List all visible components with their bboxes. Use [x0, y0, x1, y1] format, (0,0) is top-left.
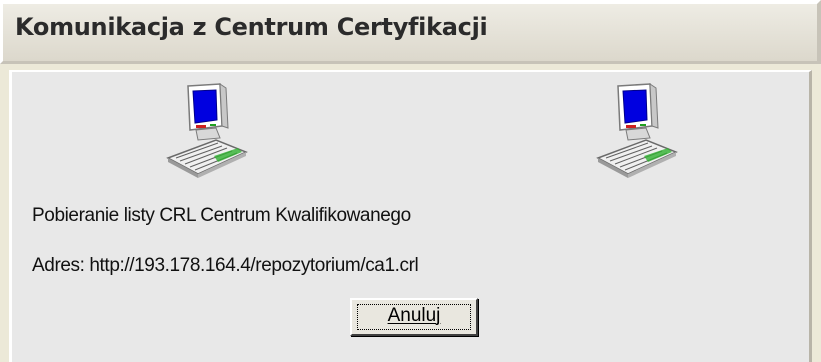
certification-center-dialog: Komunikacja z Centrum Certyfikacji Pobie… — [0, 0, 821, 362]
dialog-header: Komunikacja z Centrum Certyfikacji — [0, 0, 821, 64]
destination-computer-icon — [596, 83, 678, 178]
dialog-title: Komunikacja z Centrum Certyfikacji — [15, 13, 488, 41]
address-message: Adres: http://193.178.164.4/repozytorium… — [32, 255, 419, 276]
source-computer-icon — [166, 83, 248, 178]
status-message: Pobieranie listy CRL Centrum Kwalifikowa… — [32, 205, 411, 226]
dialog-body: Pobieranie listy CRL Centrum Kwalifikowa… — [9, 70, 812, 362]
cancel-button-label: Anuluj — [387, 305, 441, 326]
cancel-button[interactable]: Anuluj — [350, 298, 478, 336]
